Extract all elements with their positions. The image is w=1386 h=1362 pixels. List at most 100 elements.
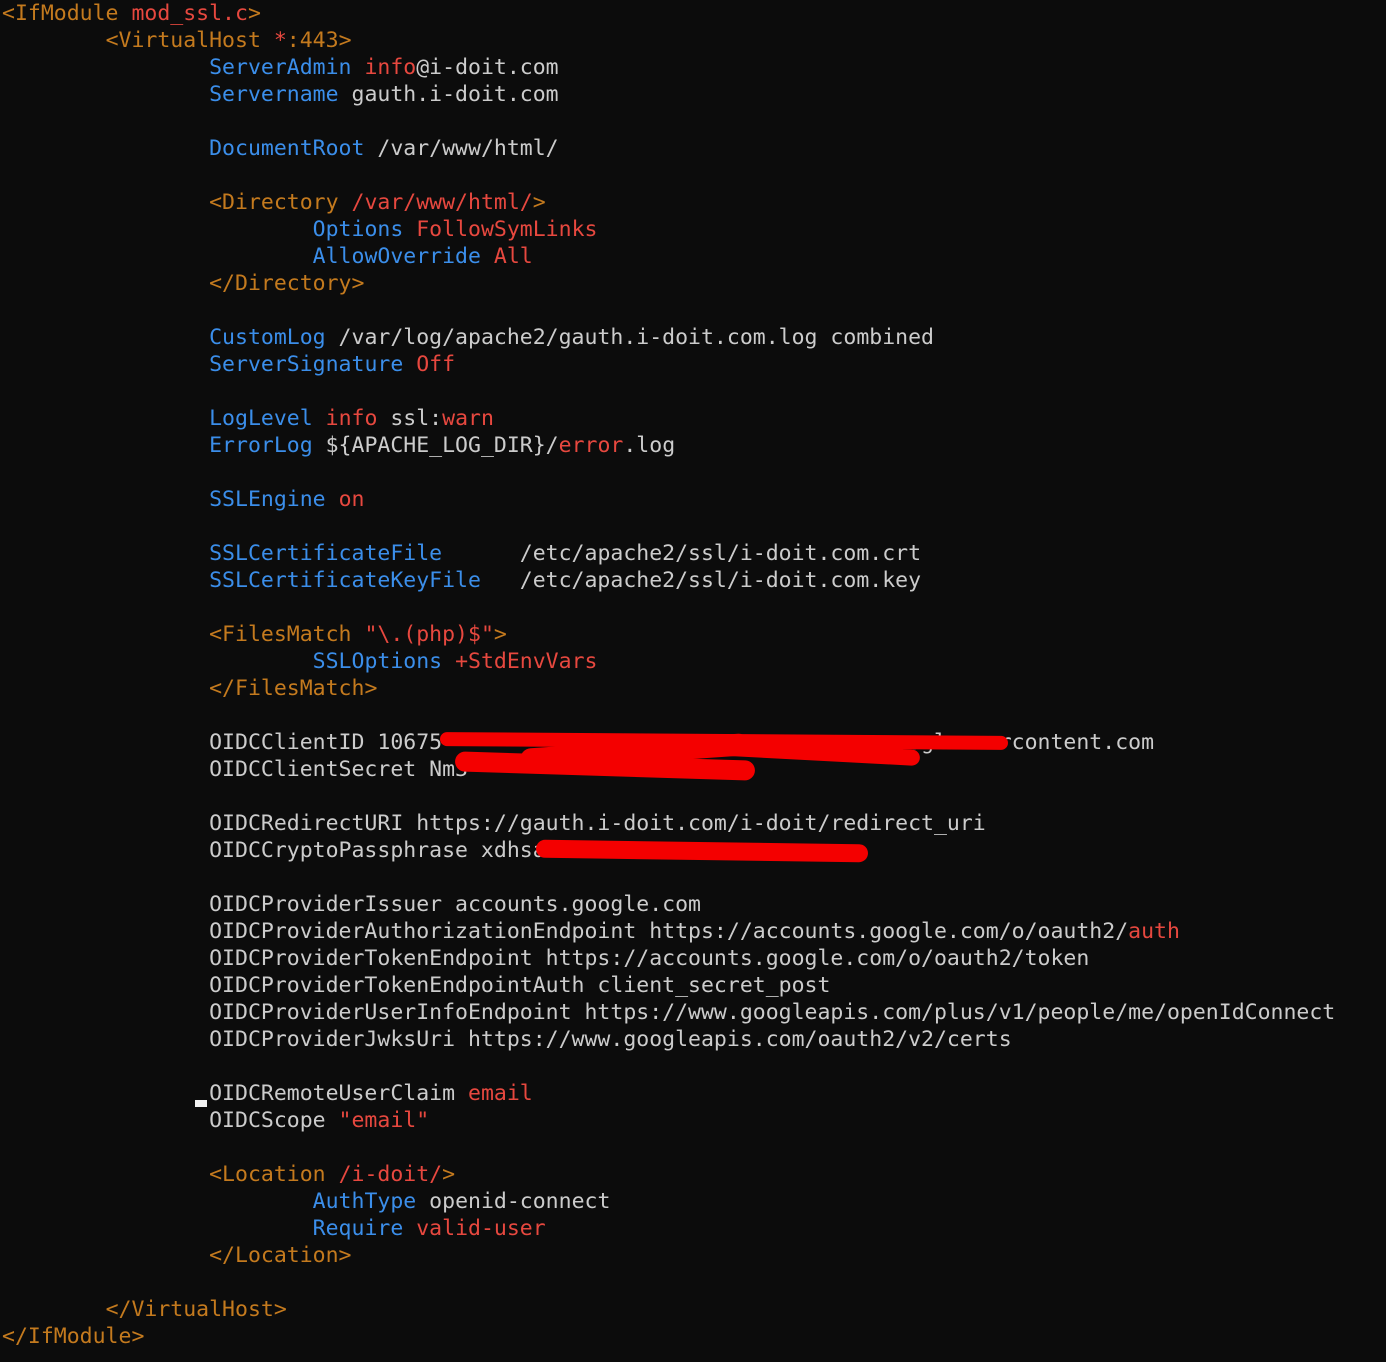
code-line: <Directory /var/www/html/> (2, 189, 546, 216)
code-line: <VirtualHost *:443> (2, 27, 352, 54)
code-token: OIDCProviderTokenEndpoint https://accoun… (2, 946, 1090, 971)
code-token: > (493, 622, 507, 647)
code-token: <IfModule (2, 1, 132, 26)
code-token: OIDCProviderAuthorizationEndpoint https:… (2, 919, 1129, 944)
code-token: OIDCClientSecret Nm3 (2, 757, 468, 782)
code-line: OIDCScope "email" (2, 1107, 429, 1134)
code-line: LogLevel info ssl:warn (2, 405, 494, 432)
code-token: Servername (209, 82, 339, 107)
code-token: </FilesMatch> (209, 676, 378, 701)
code-token: .log (623, 433, 676, 458)
code-line: SSLCertificateKeyFile /etc/apache2/ssl/i… (2, 567, 921, 594)
code-token: ${APACHE_LOG_DIR}/ (312, 433, 559, 458)
code-token: :443> (286, 28, 352, 53)
code-token: ErrorLog (209, 433, 313, 458)
code-token: LogLevel (209, 406, 313, 431)
code-token: </IfModule> (2, 1324, 145, 1349)
code-token: SSLOptions (312, 649, 443, 674)
code-token: FollowSymLinks (416, 217, 598, 242)
code-token: AuthType (312, 1189, 417, 1214)
code-line: </FilesMatch> (2, 675, 377, 702)
code-token: on (338, 487, 365, 512)
code-token: OIDCProviderIssuer accounts.google.com (2, 892, 701, 917)
code-line: OIDCClientSecret Nm3 (2, 756, 468, 783)
code-token: DocumentRoot (209, 136, 365, 161)
code-line: CustomLog /var/log/apache2/gauth.i-doit.… (2, 324, 934, 351)
code-line: </VirtualHost> (2, 1296, 287, 1323)
code-token: openid-connect (416, 1189, 611, 1214)
code-token: > (532, 190, 546, 215)
code-line: OIDCProviderIssuer accounts.google.com (2, 891, 701, 918)
code-token: info (325, 406, 378, 431)
code-line: OIDCCryptoPassphrase xdhsa (2, 837, 546, 864)
terminal-text-area[interactable]: <IfModule mod_ssl.c> <VirtualHost *:443>… (0, 0, 1386, 1362)
code-token: Off (416, 352, 456, 377)
code-token: "email" (338, 1108, 430, 1133)
code-token: +StdEnvVars (455, 649, 598, 674)
code-token: <VirtualHost (105, 28, 274, 53)
code-token: Options (312, 217, 404, 242)
code-token: All (493, 244, 533, 269)
code-token: valid-user (416, 1216, 546, 1241)
code-line: <IfModule mod_ssl.c> (2, 0, 261, 27)
code-line: ErrorLog ${APACHE_LOG_DIR}/error.log (2, 432, 675, 459)
code-token: SSLCertificateFile (209, 541, 443, 566)
code-token: /var/www/html/ (364, 136, 559, 161)
code-line: OIDCRedirectURI https://gauth.i-doit.com… (2, 810, 986, 837)
code-token: mod_ssl.c (131, 1, 248, 26)
code-line: SSLEngine on (2, 486, 364, 513)
code-line: OIDCProviderJwksUri https://www.googleap… (2, 1026, 1012, 1053)
code-token: * (273, 28, 287, 53)
code-line: SSLOptions +StdEnvVars (2, 648, 598, 675)
code-token: </VirtualHost> (105, 1297, 287, 1322)
code-line: DocumentRoot /var/www/html/ (2, 135, 559, 162)
code-line: AuthType openid-connect (2, 1188, 611, 1215)
code-token: /etc/apache2/ssl/i-doit.com.crt (442, 541, 922, 566)
code-line: OIDCRemoteUserClaim email (2, 1080, 533, 1107)
code-line: ServerSignature Off (2, 351, 455, 378)
code-token: SSLCertificateKeyFile (209, 568, 481, 593)
code-token: auth (1128, 919, 1180, 944)
code-line: OIDCProviderTokenEndpointAuth client_sec… (2, 972, 830, 999)
code-line: </Location> (2, 1242, 351, 1269)
code-token: info (364, 55, 417, 80)
code-token: /var/www/html/ (351, 190, 533, 215)
code-token: ServerSignature (209, 352, 404, 377)
code-line: OIDCProviderUserInfoEndpoint https://www… (2, 999, 1335, 1026)
code-line: OIDCProviderTokenEndpoint https://accoun… (2, 945, 1089, 972)
code-line: </IfModule> (2, 1323, 144, 1350)
code-token: Require (312, 1216, 404, 1241)
code-line: SSLCertificateFile /etc/apache2/ssl/i-do… (2, 540, 921, 567)
code-token: OIDCProviderUserInfoEndpoint https://www… (2, 1000, 1336, 1025)
code-token: /i-doit/ (338, 1162, 443, 1187)
code-token: /var/log/apache2/gauth.i-doit.com.log co… (325, 325, 934, 350)
code-token: CustomLog (209, 325, 326, 350)
code-token: OIDCRemoteUserClaim (2, 1081, 468, 1106)
code-line: Servername gauth.i-doit.com (2, 81, 559, 108)
code-token: OIDCProviderTokenEndpointAuth client_sec… (2, 973, 831, 998)
code-token: @i-doit.com (416, 55, 559, 80)
